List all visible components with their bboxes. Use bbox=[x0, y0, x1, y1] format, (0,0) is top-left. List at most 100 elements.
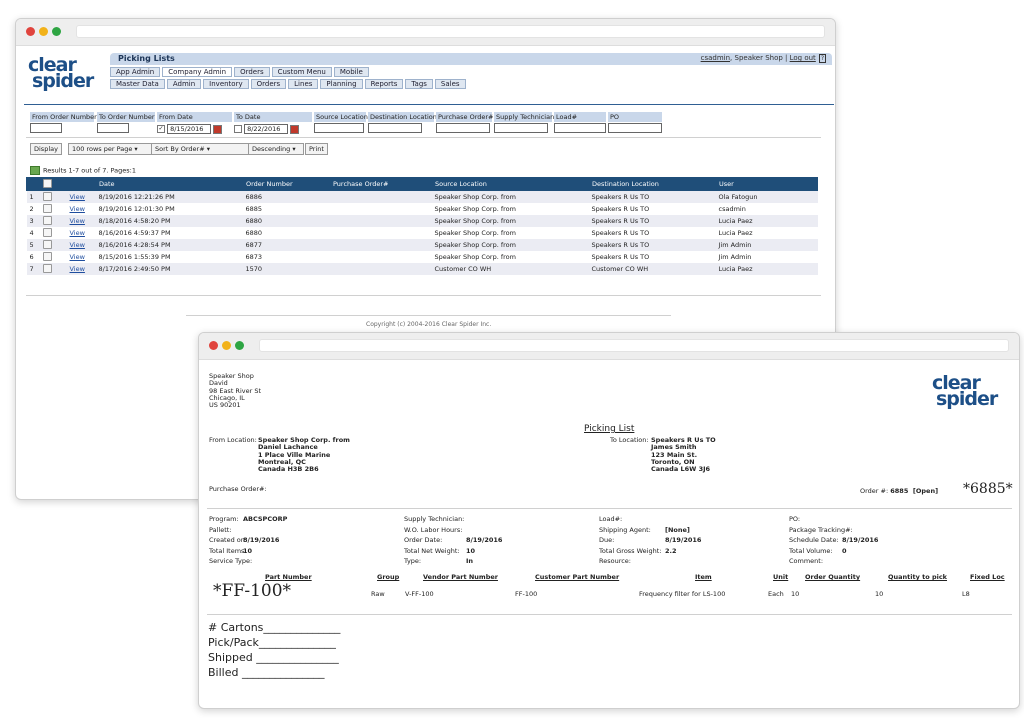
row-checkbox-cell bbox=[40, 227, 67, 239]
row-user-cell: Ola Fatogun bbox=[715, 190, 818, 203]
header-order-number[interactable]: Order Number bbox=[242, 177, 330, 191]
tab-custom-menu[interactable]: Custom Menu bbox=[271, 67, 332, 77]
header-purchase-order[interactable]: Purchase Order# bbox=[329, 177, 432, 191]
filter-purchase-order-label: Purchase Order# bbox=[436, 112, 494, 122]
destination-location-input[interactable] bbox=[368, 123, 422, 133]
row-checkbox[interactable] bbox=[42, 263, 52, 273]
table-row[interactable]: 5 View 8/16/2016 4:28:54 PM 6877 Speaker Sho… bbox=[26, 239, 818, 251]
tab-tags[interactable]: Tags bbox=[405, 79, 433, 89]
filter-supply-technician-label: Supply Technician bbox=[494, 112, 555, 122]
rows-per-page-select[interactable]: 100 rows per Page ▾ bbox=[68, 143, 152, 155]
tab-master-data[interactable]: Master Data bbox=[110, 79, 165, 89]
row-source-location: Speaker Shop Corp. from bbox=[434, 229, 517, 237]
row-user: Lucia Paez bbox=[718, 229, 753, 237]
print-button[interactable]: Print bbox=[305, 143, 328, 155]
tab-sub-orders[interactable]: Orders bbox=[250, 79, 287, 89]
from-date-checkbox[interactable]: ✓ bbox=[157, 125, 165, 133]
calendar-icon[interactable] bbox=[290, 124, 300, 134]
row-checkbox[interactable] bbox=[42, 215, 52, 225]
purchase-order-input[interactable] bbox=[436, 123, 490, 133]
tab-lines[interactable]: Lines bbox=[288, 79, 319, 89]
header-customer-part: Customer Part Number bbox=[535, 573, 620, 581]
tab-app-admin[interactable]: App Admin bbox=[110, 67, 161, 77]
to-order-input[interactable] bbox=[97, 123, 129, 133]
row-date: 8/18/2016 4:58:20 PM bbox=[98, 217, 171, 225]
filter-destination-location: Destination Location bbox=[368, 112, 437, 133]
po-input[interactable] bbox=[608, 123, 662, 133]
tab-sales[interactable]: Sales bbox=[434, 79, 466, 89]
row-view-link[interactable]: View bbox=[70, 241, 85, 249]
header-user[interactable]: User bbox=[715, 177, 818, 191]
order-direction-value: Descending bbox=[252, 145, 291, 153]
tab-admin[interactable]: Admin bbox=[166, 79, 202, 89]
header-date[interactable]: Date bbox=[95, 177, 243, 191]
logout-link[interactable]: Log out bbox=[790, 54, 816, 62]
order-direction-select[interactable]: Descending ▾ bbox=[248, 143, 304, 155]
row-source-location-cell: Speaker Shop Corp. from bbox=[432, 203, 589, 215]
spreadsheet-icon[interactable] bbox=[30, 166, 40, 175]
row-checkbox[interactable] bbox=[42, 239, 52, 249]
row-date-cell: 8/17/2016 2:49:50 PM bbox=[95, 263, 243, 275]
from-date-input[interactable]: 8/15/2016 bbox=[167, 124, 212, 134]
table-row[interactable]: 1 View 8/19/2016 12:21:26 PM 6886 Speaker Sh… bbox=[26, 190, 818, 203]
tab-orders[interactable]: Orders bbox=[234, 67, 270, 77]
row-checkbox[interactable] bbox=[42, 203, 52, 213]
header-destination-location[interactable]: Destination Location bbox=[588, 177, 716, 191]
row-view-link[interactable]: View bbox=[70, 205, 85, 213]
copyright: Copyright (c) 2004-2016 Clear Spider Inc… bbox=[366, 321, 492, 328]
table-row[interactable]: 7 View 8/17/2016 2:49:50 PM 1570 Customer CO… bbox=[26, 263, 818, 275]
user-link[interactable]: csadmin bbox=[701, 54, 730, 62]
select-all-checkbox[interactable] bbox=[43, 178, 52, 188]
row-view-link[interactable]: View bbox=[70, 265, 85, 273]
to-date-checkbox[interactable] bbox=[234, 125, 242, 133]
table-row[interactable]: 2 View 8/19/2016 12:01:30 PM 6885 Speaker Sh… bbox=[27, 203, 818, 215]
calendar-icon[interactable] bbox=[213, 124, 223, 134]
row-checkbox[interactable] bbox=[42, 191, 52, 201]
table-row[interactable]: 3 View 8/18/2016 4:58:20 PM 6880 Speaker Sho… bbox=[26, 215, 818, 227]
tab-company-admin[interactable]: Company Admin bbox=[162, 67, 233, 77]
row-purchase-order-cell bbox=[329, 190, 432, 203]
tab-planning[interactable]: Planning bbox=[320, 79, 363, 89]
row-view-link[interactable]: View bbox=[70, 253, 85, 261]
minimize-dot-icon[interactable] bbox=[39, 27, 48, 36]
row-view-link[interactable]: View bbox=[70, 193, 85, 201]
tab-inventory[interactable]: Inventory bbox=[203, 79, 249, 89]
part-barcode: *FF-100* bbox=[213, 581, 292, 601]
filter-source-location-label: Source Location bbox=[314, 112, 368, 122]
address-bar[interactable] bbox=[76, 25, 825, 38]
row-date-cell: 8/16/2016 4:59:37 PM bbox=[96, 227, 243, 239]
line-fixed-loc: L8 bbox=[962, 590, 970, 598]
sort-by-select[interactable]: Sort By Order# ▾ bbox=[151, 143, 249, 155]
load-input[interactable] bbox=[554, 123, 606, 133]
close-dot-icon[interactable] bbox=[209, 341, 218, 350]
minimize-dot-icon[interactable] bbox=[222, 341, 231, 350]
row-view-link[interactable]: View bbox=[70, 217, 85, 225]
help-icon[interactable]: ? bbox=[818, 54, 826, 63]
row-checkbox[interactable] bbox=[42, 227, 52, 237]
row-source-location-cell: Speaker Shop Corp. from bbox=[431, 190, 589, 203]
row-destination-location-cell: Speakers R Us TO bbox=[588, 190, 716, 203]
row-order-number: 6880 bbox=[245, 217, 263, 225]
tab-mobile[interactable]: Mobile bbox=[333, 67, 369, 77]
table-row[interactable]: 6 View 8/15/2016 1:55:39 PM 6873 Speaker Sho… bbox=[27, 251, 818, 263]
row-index-cell: 6 bbox=[27, 251, 40, 263]
row-source-location: Speaker Shop Corp. from bbox=[434, 253, 517, 261]
from-order-input[interactable] bbox=[30, 123, 62, 133]
maximize-dot-icon[interactable] bbox=[52, 27, 61, 36]
header-source-location[interactable]: Source Location bbox=[431, 177, 589, 191]
maximize-dot-icon[interactable] bbox=[235, 341, 244, 350]
table-row[interactable]: 4 View 8/16/2016 4:59:37 PM 6880 Speaker Sho… bbox=[27, 227, 818, 239]
supply-technician-input[interactable] bbox=[494, 123, 548, 133]
display-button[interactable]: Display bbox=[30, 143, 62, 155]
row-checkbox[interactable] bbox=[42, 251, 52, 261]
row-view-link[interactable]: View bbox=[70, 229, 85, 237]
row-date-cell: 8/19/2016 12:01:30 PM bbox=[96, 203, 243, 215]
row-purchase-order-cell bbox=[329, 239, 432, 251]
source-location-input[interactable] bbox=[314, 123, 364, 133]
to-date-input[interactable]: 8/22/2016 bbox=[244, 124, 289, 134]
close-dot-icon[interactable] bbox=[26, 27, 35, 36]
address-bar[interactable] bbox=[259, 339, 1009, 352]
tab-reports[interactable]: Reports bbox=[364, 79, 404, 89]
picking-list-print-window: Speaker Shop David 98 East River St Chic… bbox=[198, 332, 1020, 709]
row-source-location: Speaker Shop Corp. from bbox=[434, 217, 517, 225]
